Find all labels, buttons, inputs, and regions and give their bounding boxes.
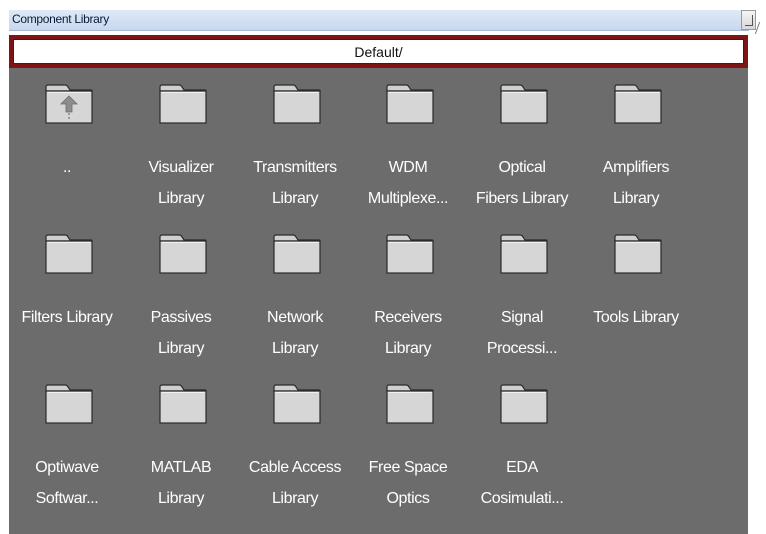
folder-icon — [386, 382, 434, 424]
library-folder-item[interactable]: Cable Access Library — [239, 368, 351, 518]
title-bar: Component Library — [9, 10, 749, 31]
folder-label: Visualizer Library — [148, 159, 214, 207]
folder-icon — [386, 82, 434, 124]
folder-label: Signal Processi... — [486, 309, 558, 357]
scroll-up-button[interactable] — [741, 10, 756, 30]
folder-icon — [500, 382, 548, 424]
library-folder-item[interactable]: Tools Library — [580, 218, 692, 368]
folder-label: Filters Library — [21, 309, 113, 326]
library-folder-item[interactable]: Amplifiers Library — [580, 68, 692, 218]
folder-label: Amplifiers Library — [602, 159, 670, 207]
folder-label: Cable Access Library — [248, 459, 342, 507]
library-folder-item[interactable]: Visualizer Library — [125, 68, 237, 218]
parent-folder-item[interactable]: .. — [11, 68, 123, 218]
path-input[interactable] — [13, 39, 744, 64]
folder-label: Tools Library — [593, 309, 679, 326]
folder-label: Free Space Optics — [368, 459, 448, 507]
folder-label: Receivers Library — [374, 309, 442, 357]
library-folder-item[interactable]: MATLAB Library — [125, 368, 237, 518]
folder-icon — [159, 82, 207, 124]
folder-icon — [45, 382, 93, 424]
library-grid: .. Visualizer Library Transmitters Library… — [9, 68, 748, 534]
folder-label: .. — [62, 159, 72, 176]
library-folder-item[interactable]: Signal Processi... — [466, 218, 578, 368]
folder-label: WDM Multiplexe... — [367, 159, 449, 207]
folder-icon — [614, 82, 662, 124]
folder-icon — [159, 232, 207, 274]
component-library-window: Component Library .. Visualizer Library Tr… — [0, 0, 766, 534]
folder-icon — [45, 232, 93, 274]
library-folder-item[interactable]: EDA Cosimulati... — [466, 368, 578, 518]
folder-icon — [159, 382, 207, 424]
folder-icon — [273, 82, 321, 124]
library-folder-item[interactable]: WDM Multiplexe... — [352, 68, 464, 218]
window-title: Component Library — [12, 12, 109, 26]
folder-label: Transmitters Library — [253, 159, 337, 207]
library-folder-item[interactable]: Optiwave Softwar... — [11, 368, 123, 518]
folder-label: EDA Cosimulati... — [480, 459, 564, 507]
library-folder-item[interactable]: Passives Library — [125, 218, 237, 368]
folder-icon — [273, 232, 321, 274]
folder-icon — [500, 232, 548, 274]
folder-icon — [614, 232, 662, 274]
folder-icon — [273, 382, 321, 424]
window-edge — [754, 22, 764, 34]
library-folder-item[interactable]: Transmitters Library — [239, 68, 351, 218]
library-folder-item[interactable]: Receivers Library — [352, 218, 464, 368]
folder-icon — [500, 82, 548, 124]
folder-icon — [386, 232, 434, 274]
folder-label: Network Library — [267, 309, 323, 357]
folder-label: Optical Fibers Library — [475, 159, 569, 207]
path-bar — [9, 35, 748, 68]
library-folder-item[interactable]: Optical Fibers Library — [466, 68, 578, 218]
folder-label: Passives Library — [150, 309, 212, 357]
library-folder-item[interactable]: Filters Library — [11, 218, 123, 368]
library-folder-item[interactable]: Free Space Optics — [352, 368, 464, 518]
library-folder-item[interactable]: Network Library — [239, 218, 351, 368]
folder-label: Optiwave Softwar... — [35, 459, 99, 507]
scroll-arrow-icon — [745, 15, 753, 26]
folder-up-icon — [45, 82, 93, 124]
folder-label: MATLAB Library — [150, 459, 212, 507]
